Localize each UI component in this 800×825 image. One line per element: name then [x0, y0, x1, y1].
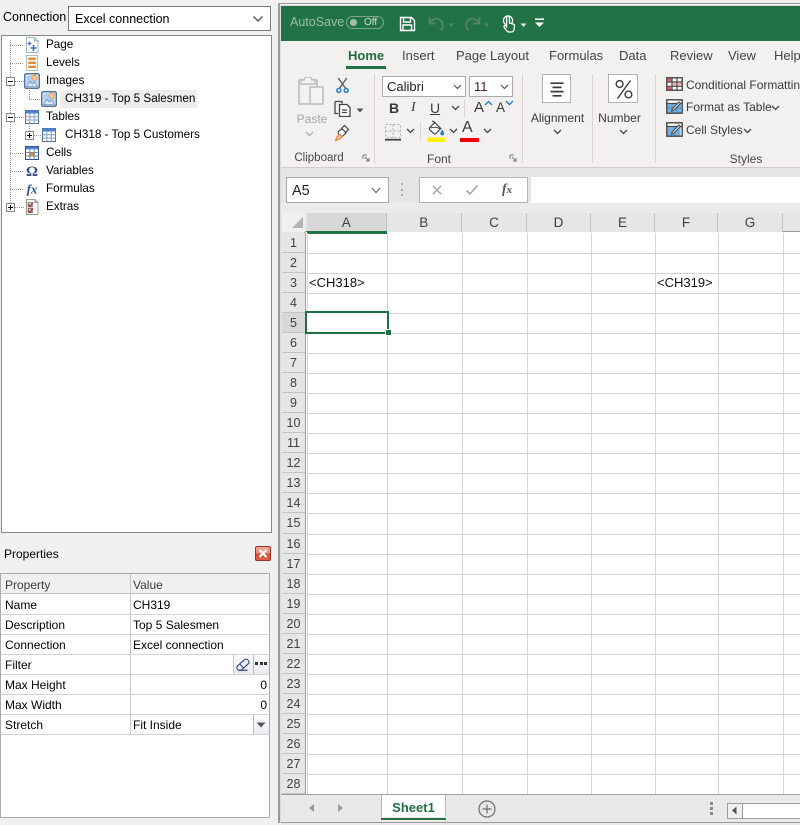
svg-text:Ω: Ω: [26, 164, 38, 179]
svg-text:fx: fx: [27, 182, 38, 197]
